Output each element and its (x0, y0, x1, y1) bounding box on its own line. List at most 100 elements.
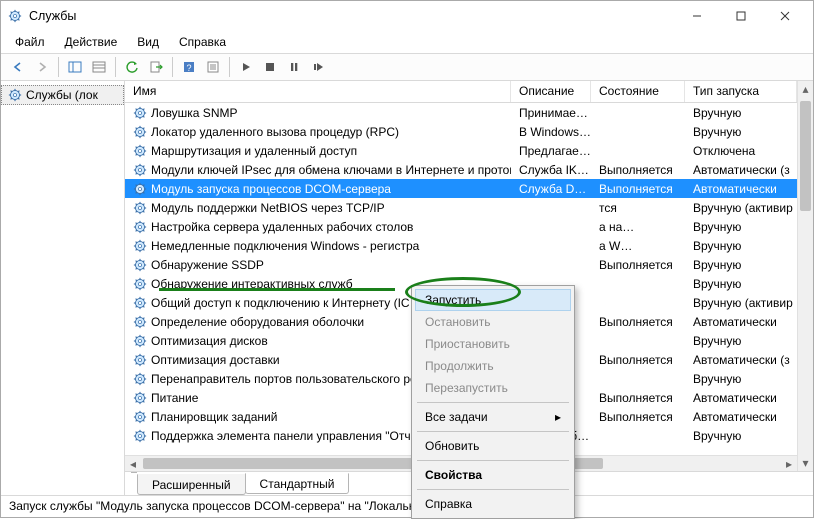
menu-action[interactable]: Действие (57, 33, 126, 51)
titlebar: Службы (1, 1, 813, 31)
back-button[interactable] (7, 56, 29, 78)
details-button[interactable] (88, 56, 110, 78)
service-startup: Автоматически (з (685, 350, 797, 369)
service-row[interactable]: Модуль запуска процессов DCOM-сервераСлу… (125, 179, 797, 198)
restart-service-button[interactable] (307, 56, 329, 78)
service-startup: Вручную (активир (685, 293, 797, 312)
service-name: Локатор удаленного вызова процедур (RPC) (151, 125, 399, 139)
ctx-restart[interactable]: Перезапустить (415, 377, 571, 399)
nav-root-label: Службы (лок (26, 88, 98, 102)
menu-help[interactable]: Справка (171, 33, 234, 51)
properties-button[interactable] (202, 56, 224, 78)
tab-extended[interactable]: Расширенный (137, 474, 246, 495)
minimize-button[interactable] (675, 2, 719, 30)
service-state: Выполняется (591, 350, 685, 369)
service-icon (133, 182, 147, 196)
service-row[interactable]: Локатор удаленного вызова процедур (RPC)… (125, 122, 797, 141)
svg-text:?: ? (186, 63, 191, 73)
scroll-v-thumb[interactable] (800, 101, 811, 211)
service-startup: Вручную (685, 217, 797, 236)
col-startup[interactable]: Тип запуска (685, 81, 797, 102)
service-row[interactable]: Немедленные подключения Windows - регист… (125, 236, 797, 255)
nav-services-local[interactable]: Службы (лок (1, 85, 124, 105)
scroll-right-arrow[interactable]: ▸ (781, 456, 797, 471)
service-state (591, 103, 685, 122)
service-startup: Автоматически (з (685, 160, 797, 179)
service-icon (133, 201, 147, 215)
help-button[interactable]: ? (178, 56, 200, 78)
service-desc: Служба IK… (511, 160, 591, 179)
service-row[interactable]: Маршрутизация и удаленный доступ Предлага… (125, 141, 797, 160)
forward-button[interactable] (31, 56, 53, 78)
app-icon (7, 8, 23, 24)
refresh-button[interactable] (121, 56, 143, 78)
scrollbar-vertical[interactable]: ▴ ▾ (797, 81, 813, 471)
service-startup: Вручную (685, 255, 797, 274)
service-name: Немедленные подключения Windows - регист… (151, 239, 419, 253)
services-icon (8, 88, 22, 102)
service-row[interactable]: Модули ключей IPsec для обмена ключами в… (125, 160, 797, 179)
scroll-left-arrow[interactable]: ◂ (125, 456, 141, 471)
window-title: Службы (29, 9, 675, 23)
service-desc (511, 198, 591, 217)
ctx-help[interactable]: Справка (415, 493, 571, 515)
service-name: Оптимизация дисков (151, 334, 268, 348)
close-button[interactable] (763, 2, 807, 30)
menubar: Файл Действие Вид Справка (1, 31, 813, 53)
show-hide-tree-button[interactable] (64, 56, 86, 78)
stop-service-button[interactable] (259, 56, 281, 78)
scroll-down-arrow[interactable]: ▾ (798, 455, 813, 471)
toolbar: ? (1, 53, 813, 81)
service-name: Планировщик заданий (151, 410, 277, 424)
service-icon (133, 296, 147, 310)
service-desc: Служба D… (511, 179, 591, 198)
service-desc (511, 236, 591, 255)
service-state: Выполняется (591, 407, 685, 426)
ctx-start[interactable]: Запустить (415, 289, 571, 311)
service-icon (133, 125, 147, 139)
list-header: Имя Описание Состояние Тип запуска (125, 81, 797, 103)
pause-service-button[interactable] (283, 56, 305, 78)
ctx-resume[interactable]: Продолжить (415, 355, 571, 377)
service-startup: Вручную (685, 122, 797, 141)
service-icon (133, 239, 147, 253)
service-row[interactable]: Настройка сервера удаленных рабочих стол… (125, 217, 797, 236)
service-state: Выполняется (591, 388, 685, 407)
service-startup: Вручную (685, 426, 797, 445)
service-name: Маршрутизация и удаленный доступ (151, 144, 357, 158)
menu-file[interactable]: Файл (7, 33, 53, 51)
service-state: Выполняется (591, 179, 685, 198)
col-description[interactable]: Описание (511, 81, 591, 102)
scroll-up-arrow[interactable]: ▴ (798, 81, 813, 97)
service-startup: Вручную (685, 103, 797, 122)
service-row[interactable]: Обнаружение SSDPВыполняетсяВручную (125, 255, 797, 274)
ctx-all-tasks[interactable]: Все задачи▸ (415, 406, 571, 428)
ctx-properties[interactable]: Свойства (415, 464, 571, 486)
service-row[interactable]: Ловушка SNMPПринимае…Вручную (125, 103, 797, 122)
ctx-pause[interactable]: Приостановить (415, 333, 571, 355)
service-name: Обнаружение интерактивных служб (151, 277, 353, 291)
menu-view[interactable]: Вид (129, 33, 167, 51)
service-state (591, 331, 685, 350)
col-state[interactable]: Состояние (591, 81, 685, 102)
ctx-refresh[interactable]: Обновить (415, 435, 571, 457)
col-name[interactable]: Имя (125, 81, 511, 102)
export-button[interactable] (145, 56, 167, 78)
service-desc: Предлагае… (511, 141, 591, 160)
service-icon (133, 163, 147, 177)
service-desc (511, 217, 591, 236)
maximize-button[interactable] (719, 2, 763, 30)
service-icon (133, 258, 147, 272)
service-state (591, 274, 685, 293)
service-name: Питание (151, 391, 198, 405)
service-row[interactable]: Модуль поддержки NetBIOS через TCP/IPтся… (125, 198, 797, 217)
start-service-button[interactable] (235, 56, 257, 78)
service-icon (133, 429, 147, 443)
service-icon (133, 220, 147, 234)
service-startup: Автоматически (685, 407, 797, 426)
service-name: Ловушка SNMP (151, 106, 237, 120)
service-state (591, 141, 685, 160)
tab-standard[interactable]: Стандартный (245, 473, 350, 494)
ctx-stop[interactable]: Остановить (415, 311, 571, 333)
nav-pane: Службы (лок (1, 81, 125, 495)
